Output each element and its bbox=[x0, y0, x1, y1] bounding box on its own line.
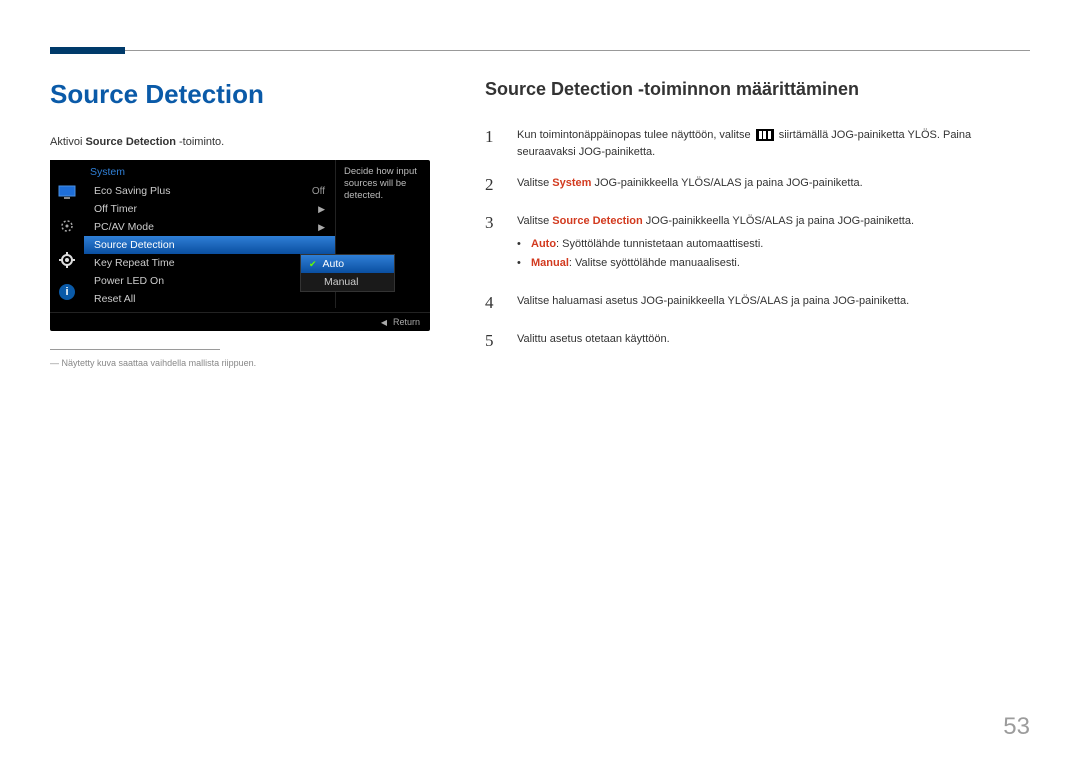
intro-post: -toiminto. bbox=[176, 136, 224, 148]
step-text: Valitse bbox=[517, 215, 552, 227]
osd-label: Off Timer bbox=[94, 203, 137, 215]
bullet-text: : Syöttölähde tunnistetaan automaattises… bbox=[556, 238, 763, 250]
chevron-right-icon: ▶ bbox=[318, 222, 325, 233]
triangle-left-icon: ◀ bbox=[381, 318, 387, 327]
osd-row-keyrepeat: Key Repeat Time bbox=[84, 254, 335, 272]
osd-row-offtimer: Off Timer ▶ bbox=[84, 200, 335, 218]
osd-dropdown: ✔ Auto Manual bbox=[300, 254, 395, 292]
right-column: Source Detection -toiminnon määrittämine… bbox=[485, 79, 1030, 368]
step-number: 2 bbox=[485, 172, 499, 198]
step-5: 5 Valittu asetus otetaan käyttöön. bbox=[485, 328, 1030, 354]
intro-bold: Source Detection bbox=[85, 136, 175, 148]
gear-icon bbox=[57, 250, 77, 270]
osd-footer: ◀ Return bbox=[50, 312, 430, 327]
step-text: JOG-painikkeella YLÖS/ALAS ja paina JOG-… bbox=[591, 177, 862, 189]
osd-header: System bbox=[84, 166, 335, 182]
check-icon: ✔ bbox=[309, 259, 317, 270]
step-text: Kun toimintonäppäinopas tulee näyttöön, … bbox=[517, 129, 754, 141]
info-icon: i bbox=[59, 284, 75, 300]
intro-text: Aktivoi Source Detection -toiminto. bbox=[50, 136, 445, 148]
osd-return-label: Return bbox=[393, 317, 420, 327]
osd-main: System Eco Saving Plus Off Off Timer ▶ bbox=[84, 160, 335, 308]
osd-screenshot: i System Eco Saving Plus Off Off Timer ▶ bbox=[50, 160, 430, 331]
dropdown-label: Manual bbox=[324, 276, 358, 288]
step-number: 4 bbox=[485, 290, 499, 316]
top-rule bbox=[50, 50, 1030, 51]
osd-row-pcav: PC/AV Mode ▶ bbox=[84, 218, 335, 236]
step-3: 3 Valitse Source Detection JOG-painikkee… bbox=[485, 210, 1030, 279]
osd-value: Off bbox=[312, 186, 325, 197]
osd-sidebar: i bbox=[50, 160, 84, 308]
bullet-label: Auto bbox=[531, 238, 556, 250]
dropdown-label: Auto bbox=[323, 258, 345, 270]
subsection-heading: Source Detection -toiminnon määrittämine… bbox=[485, 79, 1030, 100]
monitor-icon bbox=[57, 182, 77, 202]
section-title: Source Detection bbox=[50, 79, 445, 110]
step-text: JOG-painikkeella YLÖS/ALAS ja paina JOG-… bbox=[643, 215, 914, 227]
bullet-text: : Valitse syöttölähde manuaalisesti. bbox=[569, 257, 740, 269]
left-column: Source Detection Aktivoi Source Detectio… bbox=[50, 79, 445, 368]
bullet-label: Manual bbox=[531, 257, 569, 269]
osd-label: Eco Saving Plus bbox=[94, 185, 170, 197]
step-number: 1 bbox=[485, 124, 499, 160]
step-text: Valittu asetus otetaan käyttöön. bbox=[517, 328, 1030, 354]
step-text: Valitse haluamasi asetus JOG-painikkeell… bbox=[517, 290, 1030, 316]
bullet-manual: Manual: Valitse syöttölähde manuaalisest… bbox=[517, 254, 1030, 273]
footnote: Näytetty kuva saattaa vaihdella mallista… bbox=[50, 358, 445, 368]
osd-label: Reset All bbox=[94, 293, 135, 305]
chevron-right-icon: ▶ bbox=[318, 204, 325, 215]
step-text: Valitse bbox=[517, 177, 552, 189]
step-2: 2 Valitse System JOG-painikkeella YLÖS/A… bbox=[485, 172, 1030, 198]
osd-label: Power LED On bbox=[94, 275, 164, 287]
osd-row-reset: Reset All bbox=[84, 290, 335, 308]
keyword-system: System bbox=[552, 177, 591, 189]
page-number: 53 bbox=[1003, 713, 1030, 741]
step-number: 3 bbox=[485, 210, 499, 279]
dropdown-item-auto: ✔ Auto bbox=[301, 255, 394, 273]
osd-label: Key Repeat Time bbox=[94, 257, 175, 269]
step-4: 4 Valitse haluamasi asetus JOG-painikkee… bbox=[485, 290, 1030, 316]
menu-icon bbox=[756, 129, 774, 141]
target-icon bbox=[57, 216, 77, 236]
dropdown-item-manual: Manual bbox=[301, 273, 394, 291]
step-number: 5 bbox=[485, 328, 499, 354]
osd-label: PC/AV Mode bbox=[94, 221, 154, 233]
manual-page: Source Detection Aktivoi Source Detectio… bbox=[0, 0, 1080, 388]
intro-pre: Aktivoi bbox=[50, 136, 85, 148]
osd-row-eco: Eco Saving Plus Off bbox=[84, 182, 335, 200]
step-1: 1 Kun toimintonäppäinopas tulee näyttöön… bbox=[485, 124, 1030, 160]
osd-label: Source Detection bbox=[94, 239, 175, 251]
keyword-sourcedetection: Source Detection bbox=[552, 215, 642, 227]
divider bbox=[50, 349, 220, 350]
bullet-auto: Auto: Syöttölähde tunnistetaan automaatt… bbox=[517, 235, 1030, 254]
osd-row-powerled: Power LED On bbox=[84, 272, 335, 290]
osd-row-sourcedetection: Source Detection bbox=[84, 236, 335, 254]
